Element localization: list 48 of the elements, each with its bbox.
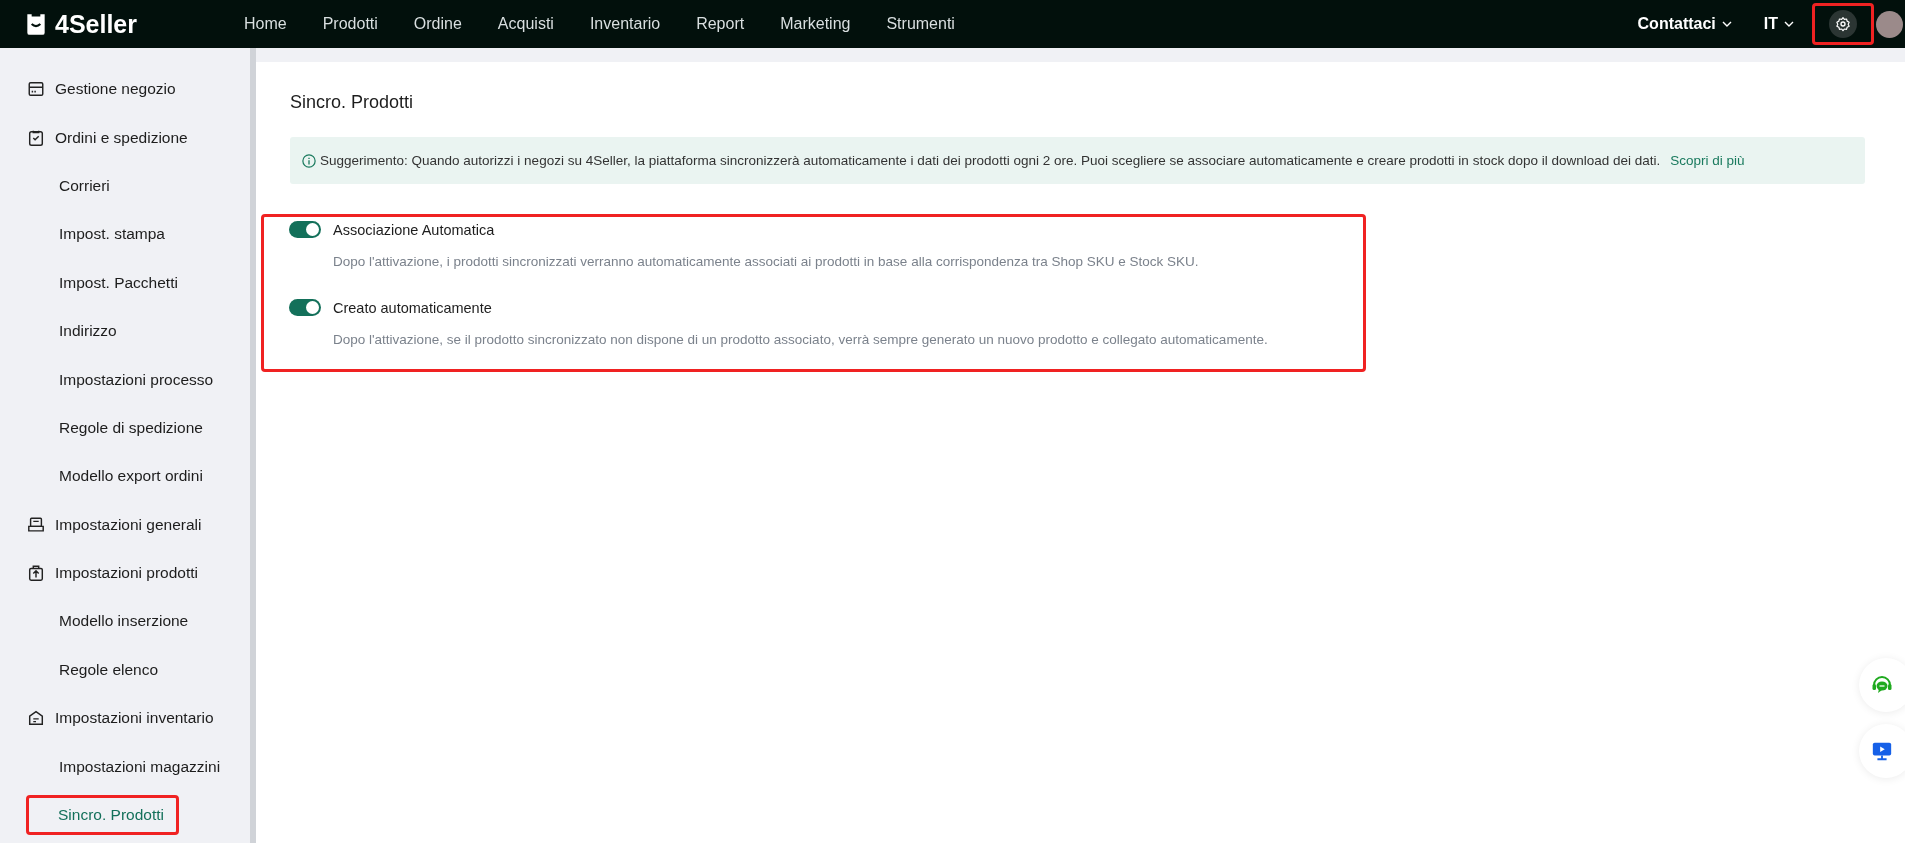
sidebar-item[interactable]: Sincro. Prodotti	[26, 795, 179, 836]
setting-description: Dopo l'attivazione, i prodotti sincronizzati verranno automaticamente associati ai prodotti in base alla corrispondenza tra Shop SKU e Stock SKU.	[333, 254, 1200, 269]
upload-box-icon	[27, 564, 45, 583]
monitor-play-icon	[1871, 740, 1893, 762]
sidebar-item[interactable]: Modello inserzione	[26, 601, 204, 642]
nav-link[interactable]: Strumenti	[868, 15, 973, 33]
nav-link[interactable]: Marketing	[762, 15, 869, 33]
sidebar-item[interactable]: Indirizzo	[26, 311, 132, 352]
nav-link[interactable]: Prodotti	[304, 15, 396, 33]
page-title: Sincro. Prodotti	[290, 92, 415, 113]
toggle-switch[interactable]	[289, 221, 321, 238]
sidebar-item[interactable]: Regole di spedizione	[26, 407, 218, 448]
setting-label: Creato automaticamente	[333, 299, 492, 316]
nav-link[interactable]: Inventario	[571, 15, 679, 33]
contact-menu[interactable]: Contattaci	[1637, 15, 1732, 33]
sidebar-group[interactable]: Impostazioni generali	[0, 500, 250, 549]
brand-name[interactable]: 4Seller	[55, 9, 137, 39]
sidebar-item[interactable]: Impost. Pacchetti	[26, 262, 193, 303]
sidebar-item[interactable]: Impostazioni processo	[26, 359, 229, 400]
house-icon	[27, 709, 45, 728]
sidebar-group[interactable]: Impostazioni inventario	[0, 694, 250, 743]
sidebar-group[interactable]: Gestione negozio	[0, 65, 250, 114]
tip-text: Suggerimento: Quando autorizzi i negozi su 4Seller, la piattaforma sincronizzerà automaticamente i dati dei prodotti ogni 2 ore. Puoi scegliere se associare automaticamente e creare prodotti in stock dopo il download dei dati.	[320, 153, 1661, 168]
chevron-down-icon	[1784, 21, 1794, 27]
clipboard-icon	[27, 128, 45, 147]
sidebar-item[interactable]: Corrieri	[26, 165, 125, 206]
language-menu[interactable]: IT	[1763, 15, 1794, 33]
sidebar-item[interactable]: Regole elenco	[26, 649, 174, 690]
toggle-switch[interactable]	[289, 299, 321, 316]
sidebar-item[interactable]: Impost. stampa	[26, 214, 180, 255]
settings-button[interactable]	[1829, 10, 1857, 38]
nav-link[interactable]: Report	[678, 15, 763, 33]
sidebar-group[interactable]: Ordini e spedizione	[0, 113, 250, 162]
sidebar-group[interactable]: Impostazioni prodotti	[0, 548, 250, 598]
nav-link[interactable]: Home	[226, 15, 305, 33]
setting-description: Dopo l'attivazione, se il prodotto sincronizzato non dispone di un prodotto associato, verrà sempre generato un nuovo prodotto e collegato automaticamente.	[333, 332, 1269, 347]
store-icon	[27, 80, 45, 99]
learn-more-link[interactable]: Scopri di più	[1670, 153, 1745, 168]
sidebar-item[interactable]: Impostazioni magazzini	[26, 746, 236, 787]
settings-icon	[1835, 16, 1851, 32]
avatar[interactable]	[1876, 10, 1903, 38]
nav-link[interactable]: Acquisti	[479, 15, 572, 33]
setting-label: Associazione Automatica	[333, 221, 495, 238]
printer-icon	[27, 515, 45, 534]
sidebar-item[interactable]: Modello export ordini	[26, 456, 218, 497]
info-icon	[302, 153, 316, 168]
chevron-down-icon	[1721, 21, 1732, 27]
nav-link[interactable]: Ordine	[395, 15, 480, 33]
